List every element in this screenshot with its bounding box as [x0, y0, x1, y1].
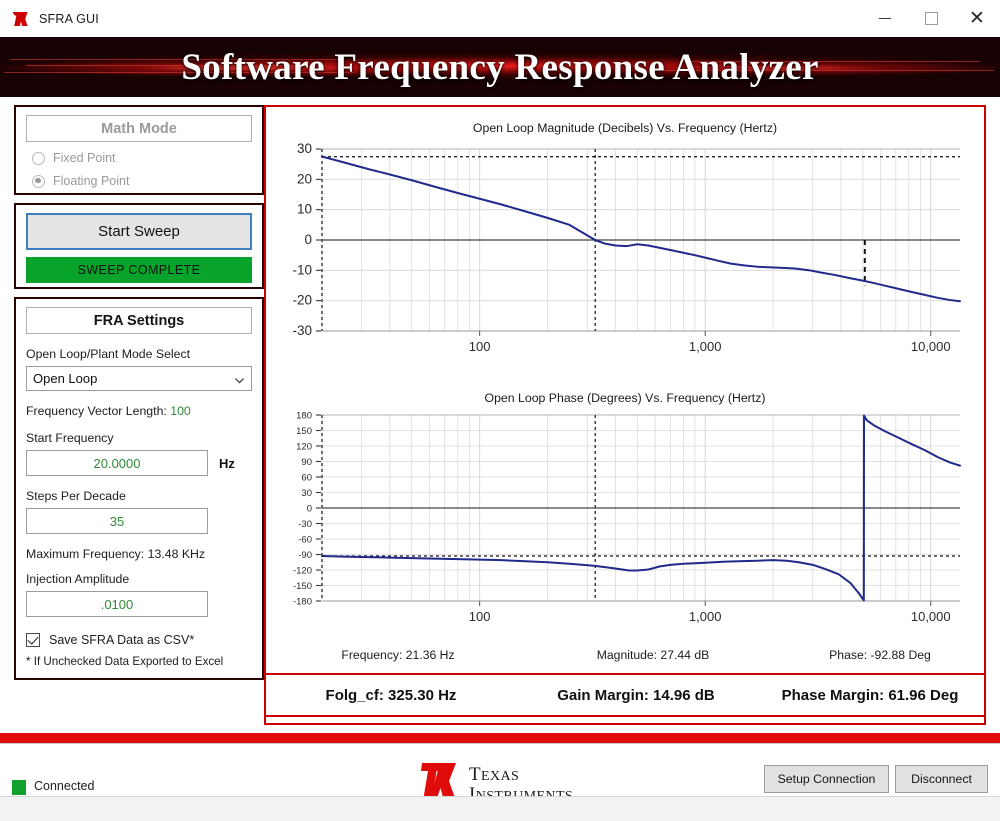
results-bar: Folg_cf: 325.30 Hz Gain Margin: 14.96 dB…: [264, 673, 986, 717]
svg-text:100: 100: [469, 339, 491, 354]
injection-amplitude-row: .0100: [26, 591, 252, 617]
math-mode-header: Math Mode: [26, 115, 252, 142]
save-csv-label: Save SFRA Data as CSV*: [49, 633, 195, 647]
svg-text:10,000: 10,000: [911, 339, 951, 354]
start-frequency-input[interactable]: 20.0000: [26, 450, 208, 476]
radio-floating-point-label: Floating Point: [53, 174, 130, 188]
window-controls: ✕: [862, 0, 1000, 37]
svg-text:60: 60: [301, 473, 312, 484]
magnitude-chart-title: Open Loop Magnitude (Decibels) Vs. Frequ…: [472, 121, 778, 135]
cursor-readout-bar: Frequency: 21.36 Hz Magnitude: 27.44 dB …: [268, 639, 982, 671]
svg-text:90: 90: [301, 457, 312, 468]
svg-text:-60: -60: [298, 535, 312, 546]
save-csv-checkbox[interactable]: Save SFRA Data as CSV*: [26, 633, 252, 647]
chart-area: Open Loop Magnitude (Decibels) Vs. Frequ…: [266, 107, 984, 673]
injection-amplitude-label: Injection Amplitude: [26, 572, 130, 586]
maximum-frequency-row: Maximum Frequency: 13.48 KHz: [26, 547, 252, 561]
charts-panel: Open Loop Magnitude (Decibels) Vs. Frequ…: [264, 105, 986, 725]
close-button[interactable]: ✕: [954, 0, 1000, 37]
left-sidebar: Math Mode Fixed Point Floating Point Sta…: [14, 105, 264, 725]
radio-floating-point[interactable]: Floating Point: [26, 174, 252, 188]
radio-fixed-point[interactable]: Fixed Point: [26, 151, 252, 165]
start-frequency-unit: Hz: [219, 455, 235, 471]
svg-text:10,000: 10,000: [911, 609, 951, 624]
svg-text:-90: -90: [298, 550, 312, 561]
csv-footnote: * If Unchecked Data Exported to Excel: [26, 655, 224, 668]
fra-settings-header: FRA Settings: [26, 307, 252, 334]
steps-per-decade-label: Steps Per Decade: [26, 489, 126, 503]
window-title: SFRA GUI: [39, 11, 99, 26]
maximum-frequency-label: Maximum Frequency:: [26, 547, 145, 561]
folg-cf-value: Folg_cf: 325.30 Hz: [325, 686, 457, 704]
cursor-phase-readout: Phase: -92.88 Deg: [829, 648, 931, 662]
setup-connection-button[interactable]: Setup Connection: [764, 765, 889, 793]
svg-text:150: 150: [296, 426, 312, 437]
injection-amplitude-input[interactable]: .0100: [26, 591, 208, 617]
svg-text:-120: -120: [293, 566, 312, 577]
main-content: Math Mode Fixed Point Floating Point Sta…: [0, 97, 1000, 733]
radio-fixed-point-indicator: [32, 151, 45, 165]
steps-per-decade-row: 35: [26, 508, 252, 534]
frequency-vector-length-value: 100: [170, 404, 191, 418]
window-titlebar: SFRA GUI ✕: [0, 0, 1000, 37]
frequency-vector-length-label: Frequency Vector Length:: [26, 404, 167, 418]
svg-text:20: 20: [297, 171, 312, 186]
gain-margin-value: Gain Margin: 14.96 dB: [557, 686, 715, 704]
mode-select-label: Open Loop/Plant Mode Select: [26, 347, 191, 361]
svg-text:0: 0: [304, 232, 312, 247]
app-banner: Software Frequency Response Analyzer: [0, 37, 1000, 97]
fra-settings-panel: FRA Settings Open Loop/Plant Mode Select…: [14, 297, 264, 680]
magnitude-plot[interactable]: 3020100-10-20-30100 1,000 10,000: [266, 135, 984, 380]
footer-red-strip: [0, 733, 1000, 743]
svg-text:100: 100: [469, 609, 491, 624]
svg-text:180: 180: [296, 411, 312, 422]
radio-fixed-point-label: Fixed Point: [53, 151, 116, 165]
minimize-button[interactable]: [862, 0, 908, 37]
svg-text:120: 120: [296, 442, 312, 453]
svg-text:-180: -180: [293, 597, 312, 608]
chevron-down-icon: [234, 373, 245, 384]
connection-status-label: Connected: [34, 779, 95, 793]
svg-text:0: 0: [307, 504, 312, 515]
footer-bottom-strip: [0, 796, 1000, 821]
frequency-vector-length-row: Frequency Vector Length: 100: [26, 404, 252, 418]
start-sweep-button[interactable]: Start Sweep: [26, 213, 252, 250]
footer-bar: Connected TEXAS INSTRUMENTS Setup Connec…: [0, 743, 1000, 821]
save-csv-checkbox-indicator: [26, 633, 40, 647]
phase-chart-title: Open Loop Phase (Degrees) Vs. Frequency …: [484, 391, 766, 405]
start-frequency-label: Start Frequency: [26, 431, 114, 445]
sweep-status-badge: SWEEP COMPLETE: [26, 257, 252, 283]
svg-text:-30: -30: [298, 519, 312, 530]
radio-floating-point-indicator: [32, 174, 45, 188]
connection-status-indicator: [12, 780, 26, 795]
phase-plot[interactable]: 180 150 120 90 60 30 0 -30 -60 -90 -120 -150 -180 100…: [266, 405, 984, 637]
svg-text:1,000: 1,000: [689, 339, 722, 354]
mode-select-dropdown[interactable]: Open Loop: [26, 366, 252, 391]
phase-margin-value: Phase Margin: 61.96 Deg: [781, 686, 959, 704]
maximize-button[interactable]: [908, 0, 954, 37]
sweep-panel: Start Sweep SWEEP COMPLETE: [14, 203, 264, 289]
mode-select-value: Open Loop: [33, 371, 98, 386]
svg-text:1,000: 1,000: [689, 609, 722, 624]
svg-text:-30: -30: [292, 323, 312, 338]
sfra-gui-window: SFRA GUI ✕ Software Frequency Response A…: [0, 0, 1000, 821]
banner-title: Software Frequency Response Analyzer: [181, 46, 819, 88]
ti-logo-icon: [10, 9, 30, 29]
svg-text:30: 30: [301, 488, 312, 499]
math-mode-panel: Math Mode Fixed Point Floating Point: [14, 105, 264, 195]
cursor-magnitude-readout: Magnitude: 27.44 dB: [596, 648, 710, 662]
ti-logo-line-1: TEXAS: [469, 764, 520, 786]
svg-text:-150: -150: [293, 581, 312, 592]
maximum-frequency-value: 13.48 KHz: [147, 547, 206, 561]
steps-per-decade-input[interactable]: 35: [26, 508, 208, 534]
disconnect-button[interactable]: Disconnect: [895, 765, 988, 793]
svg-text:-10: -10: [292, 262, 312, 277]
start-frequency-row: 20.0000 Hz: [26, 450, 252, 476]
cursor-frequency-readout: Frequency: 21.36 Hz: [341, 648, 455, 662]
svg-text:10: 10: [297, 202, 312, 217]
svg-text:30: 30: [297, 141, 312, 156]
svg-text:-20: -20: [292, 293, 312, 308]
